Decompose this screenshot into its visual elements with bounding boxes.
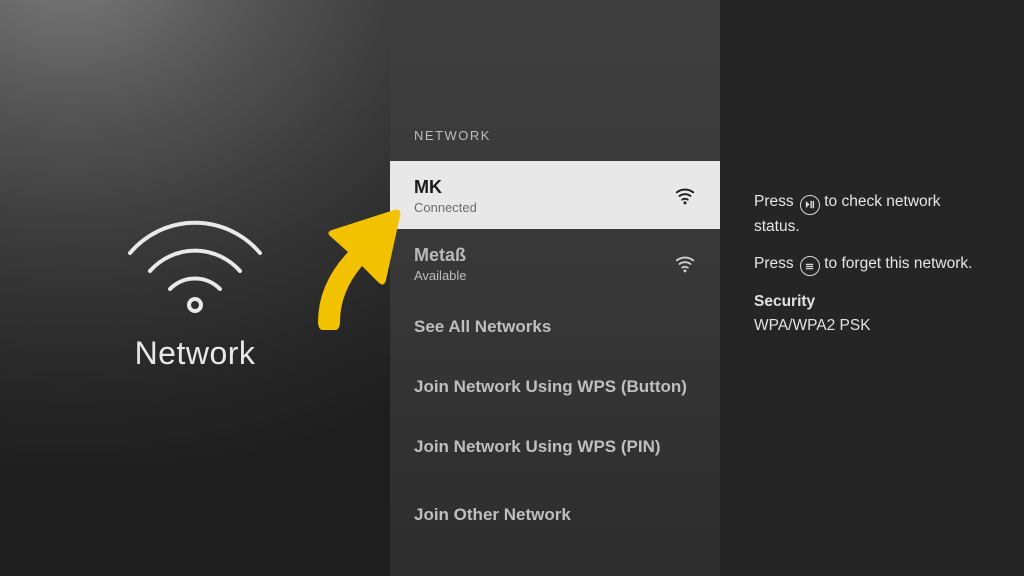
security-label: Security	[754, 290, 990, 313]
network-list-panel: NETWORK MK Connected Metaß Available See…	[390, 0, 720, 576]
join-wps-button[interactable]: Join Network Using WPS (Button)	[390, 357, 720, 417]
play-pause-button-icon	[800, 195, 820, 215]
category-panel: Network	[0, 0, 390, 576]
detail-panel: Press to check network status. Press to …	[720, 0, 1024, 576]
hint-forget-network: Press to forget this network.	[754, 252, 990, 277]
join-other-network[interactable]: Join Other Network	[390, 485, 720, 525]
security-info: Security WPA/WPA2 PSK	[754, 290, 990, 337]
network-name: MK	[414, 177, 477, 198]
wifi-icon	[110, 205, 280, 315]
menu-button-icon	[800, 256, 820, 276]
category-title: Network	[135, 335, 256, 372]
section-label: NETWORK	[390, 128, 720, 161]
network-name: Metaß	[414, 245, 467, 266]
network-status: Available	[414, 268, 467, 283]
network-status: Connected	[414, 200, 477, 215]
see-all-networks[interactable]: See All Networks	[390, 297, 720, 357]
wifi-signal-icon	[674, 185, 696, 207]
join-wps-pin[interactable]: Join Network Using WPS (PIN)	[390, 417, 720, 477]
hint-check-status: Press to check network status.	[754, 190, 990, 238]
security-value: WPA/WPA2 PSK	[754, 314, 990, 337]
network-item[interactable]: Metaß Available	[390, 229, 720, 297]
wifi-signal-icon	[674, 253, 696, 275]
network-item-selected[interactable]: MK Connected	[390, 161, 720, 229]
